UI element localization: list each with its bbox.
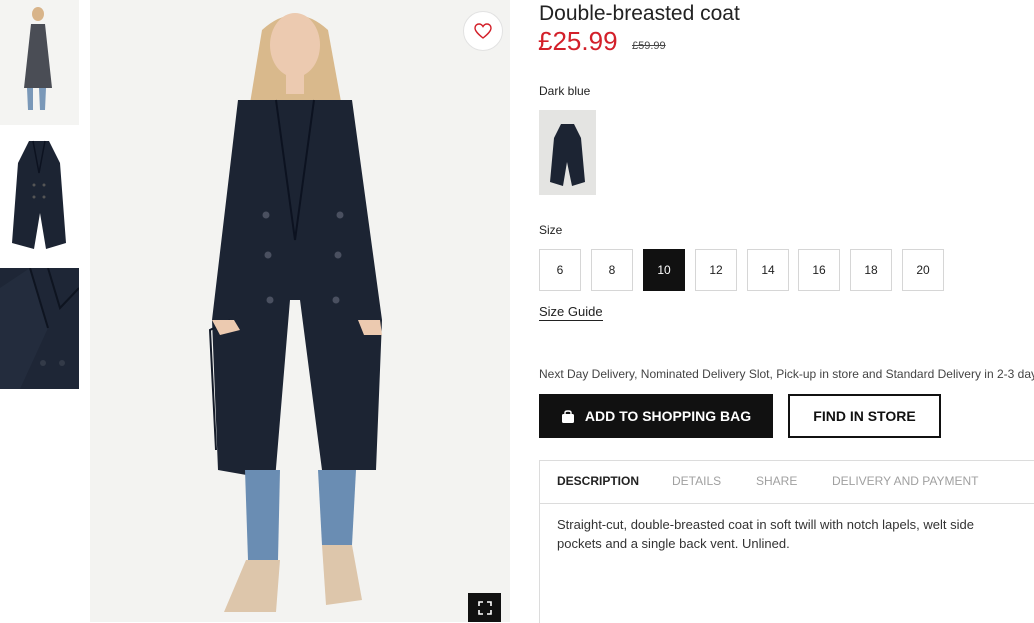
- tabs-header: DESCRIPTION DETAILS SHARE DELIVERY AND P…: [540, 461, 1034, 504]
- size-option-18[interactable]: 18: [850, 249, 892, 291]
- tab-description[interactable]: DESCRIPTION: [557, 474, 639, 488]
- tab-share[interactable]: SHARE: [756, 474, 797, 488]
- find-in-store-button[interactable]: FIND IN STORE: [788, 394, 941, 438]
- main-product-image: [90, 0, 510, 622]
- heart-icon: [474, 23, 492, 39]
- color-name: Dark blue: [539, 84, 591, 98]
- tab-delivery-and-payment[interactable]: DELIVERY AND PAYMENT: [832, 474, 979, 488]
- size-option-10[interactable]: 10: [643, 249, 685, 291]
- add-to-bag-label: ADD TO SHOPPING BAG: [584, 408, 752, 424]
- delivery-info: Next Day Delivery, Nominated Delivery Sl…: [539, 367, 1034, 381]
- thumbnail-model-image: [24, 7, 52, 110]
- expand-icon: [477, 600, 492, 615]
- description-text: Straight-cut, double-breasted coat in so…: [557, 517, 974, 551]
- tab-details[interactable]: DETAILS: [672, 474, 721, 488]
- size-option-6[interactable]: 6: [539, 249, 581, 291]
- favourite-button[interactable]: [463, 11, 503, 51]
- size-option-12[interactable]: 12: [695, 249, 737, 291]
- thumbnail-coat-front-image: [12, 140, 66, 249]
- size-option-16[interactable]: 16: [798, 249, 840, 291]
- product-title: Double-breasted coat: [539, 2, 740, 25]
- color-swatch-dark-blue[interactable]: [539, 110, 596, 195]
- size-label: Size: [539, 223, 563, 237]
- size-option-14[interactable]: 14: [747, 249, 789, 291]
- thumbnail-coat-front[interactable]: [0, 133, 79, 253]
- thumbnail-coat-detail-image: [0, 268, 79, 389]
- model-wearing-coat-image: [90, 0, 510, 622]
- expand-image-button[interactable]: [468, 593, 501, 622]
- size-option-8[interactable]: 8: [591, 249, 633, 291]
- thumbnail-model[interactable]: [0, 0, 79, 125]
- add-to-bag-button[interactable]: ADD TO SHOPPING BAG: [539, 394, 773, 438]
- shopping-bag-icon: [561, 409, 574, 423]
- coat-swatch-image: [550, 124, 585, 186]
- original-price: £59.99: [632, 40, 666, 52]
- thumbnail-coat-detail[interactable]: [0, 268, 79, 389]
- size-guide-link[interactable]: Size Guide: [539, 304, 603, 321]
- size-option-20[interactable]: 20: [902, 249, 944, 291]
- product-price: £25.99: [538, 26, 618, 56]
- product-info-tabs: DESCRIPTION DETAILS SHARE DELIVERY AND P…: [539, 460, 1034, 623]
